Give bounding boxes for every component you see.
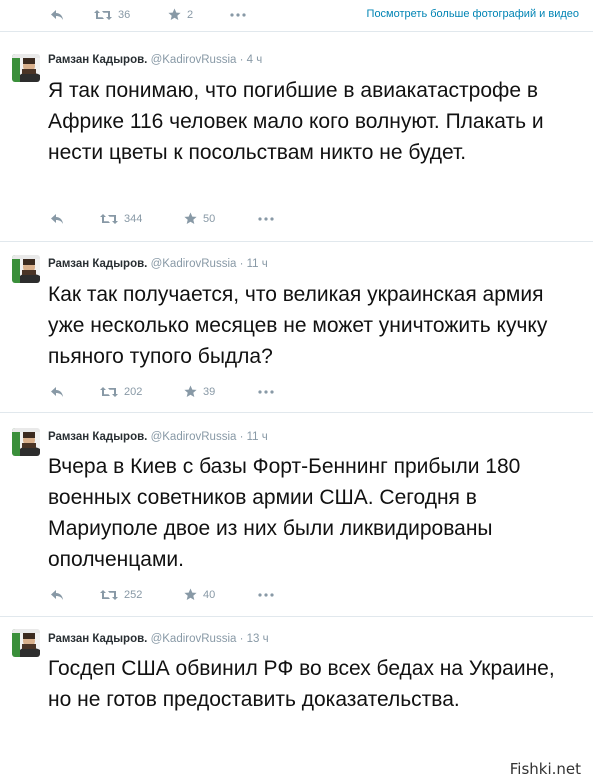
reply-button[interactable]	[50, 213, 100, 225]
favorite-icon	[168, 8, 181, 20]
retweet-button[interactable]: 252	[100, 589, 184, 601]
tweet-header: Рамзан Кадыров. @KadirovRussia · 11 ч	[48, 431, 268, 443]
retweet-count: 252	[124, 588, 143, 601]
tweet-header: Рамзан Кадыров. @KadirovRussia · 13 ч	[48, 633, 269, 645]
favorite-button[interactable]: 39	[184, 385, 258, 398]
more-button[interactable]	[230, 12, 246, 17]
avatar-image	[12, 428, 40, 456]
author-name[interactable]: Рамзан Кадыров.	[48, 431, 147, 443]
author-handle[interactable]: @KadirovRussia	[151, 431, 237, 443]
more-button[interactable]	[258, 592, 274, 597]
retweet-button[interactable]: 36	[94, 9, 168, 21]
retweet-icon	[100, 386, 118, 397]
watermark: Fishki.net	[509, 760, 581, 778]
favorite-button[interactable]: 40	[184, 588, 258, 601]
retweet-icon	[100, 213, 118, 224]
favorite-icon	[184, 212, 197, 224]
retweet-count: 202	[124, 385, 143, 398]
avatar-image	[12, 54, 40, 82]
author-handle[interactable]: @KadirovRussia	[151, 633, 237, 645]
tweet-text: Я так понимаю, что погибшие в авиакатаст…	[48, 79, 544, 164]
author-name[interactable]: Рамзан Кадыров.	[48, 54, 147, 66]
favorite-count: 2	[187, 8, 194, 21]
tweet-time[interactable]: · 11 ч	[240, 258, 268, 270]
tweet-time[interactable]: · 11 ч	[240, 431, 268, 443]
more-button[interactable]	[258, 216, 274, 221]
more-photos-link[interactable]: Посмотреть больше фотографий и видео	[367, 8, 579, 20]
reply-icon	[51, 386, 63, 397]
avatar-image	[12, 629, 40, 657]
avatar[interactable]	[12, 428, 40, 456]
more-icon	[258, 592, 274, 597]
more-icon	[230, 12, 246, 17]
retweet-count: 344	[124, 212, 143, 225]
favorite-count: 39	[203, 385, 216, 398]
tweet: Рамзан Кадыров. @KadirovRussia · 11 ч Вч…	[0, 413, 593, 617]
favorite-count: 40	[203, 588, 216, 601]
retweet-icon	[94, 9, 112, 20]
reply-button[interactable]	[50, 9, 94, 21]
previous-tweet-actions: 36 2 Посмотреть больше фотографий и виде…	[0, 0, 593, 32]
author-name[interactable]: Рамзан Кадыров.	[48, 258, 147, 270]
author-handle[interactable]: @KadirovRussia	[151, 54, 237, 66]
action-bar: 202 39	[50, 385, 274, 398]
tweet: Рамзан Кадыров. @KadirovRussia · 13 ч Го…	[0, 617, 593, 784]
reply-icon	[51, 589, 63, 600]
avatar[interactable]	[12, 255, 40, 283]
author-handle[interactable]: @KadirovRussia	[151, 258, 237, 270]
retweet-count: 36	[118, 8, 131, 21]
tweet-header: Рамзан Кадыров. @KadirovRussia · 11 ч	[48, 258, 268, 270]
avatar[interactable]	[12, 54, 40, 82]
tweet-text: Госдеп США обвинил РФ во всех бедах на У…	[48, 657, 555, 711]
more-button[interactable]	[258, 389, 274, 394]
reply-button[interactable]	[50, 589, 100, 601]
retweet-button[interactable]: 202	[100, 386, 184, 398]
retweet-icon	[100, 589, 118, 600]
tweet-time[interactable]: · 4 ч	[240, 54, 263, 66]
action-bar: 36 2	[50, 8, 246, 21]
tweet-text: Вчера в Киев с базы Форт-Беннинг прибыли…	[48, 455, 521, 571]
action-bar: 252 40	[50, 588, 274, 601]
favorite-button[interactable]: 2	[168, 8, 230, 21]
reply-icon	[51, 213, 63, 224]
reply-button[interactable]	[50, 386, 100, 398]
tweet: Рамзан Кадыров. @KadirovRussia · 11 ч Ка…	[0, 242, 593, 413]
tweet-header: Рамзан Кадыров. @KadirovRussia · 4 ч	[48, 54, 262, 66]
more-icon	[258, 389, 274, 394]
avatar[interactable]	[12, 629, 40, 657]
author-name[interactable]: Рамзан Кадыров.	[48, 633, 147, 645]
tweet-text: Как так получается, что великая украинск…	[48, 283, 548, 368]
retweet-button[interactable]: 344	[100, 213, 184, 225]
more-icon	[258, 216, 274, 221]
favorite-icon	[184, 385, 197, 397]
avatar-image	[12, 255, 40, 283]
action-bar: 344 50	[50, 212, 274, 225]
favorite-icon	[184, 588, 197, 600]
favorite-count: 50	[203, 212, 216, 225]
reply-icon	[51, 9, 63, 20]
tweet: Рамзан Кадыров. @KadirovRussia · 4 ч Я т…	[0, 40, 593, 242]
tweet-time[interactable]: · 13 ч	[240, 633, 269, 645]
favorite-button[interactable]: 50	[184, 212, 258, 225]
